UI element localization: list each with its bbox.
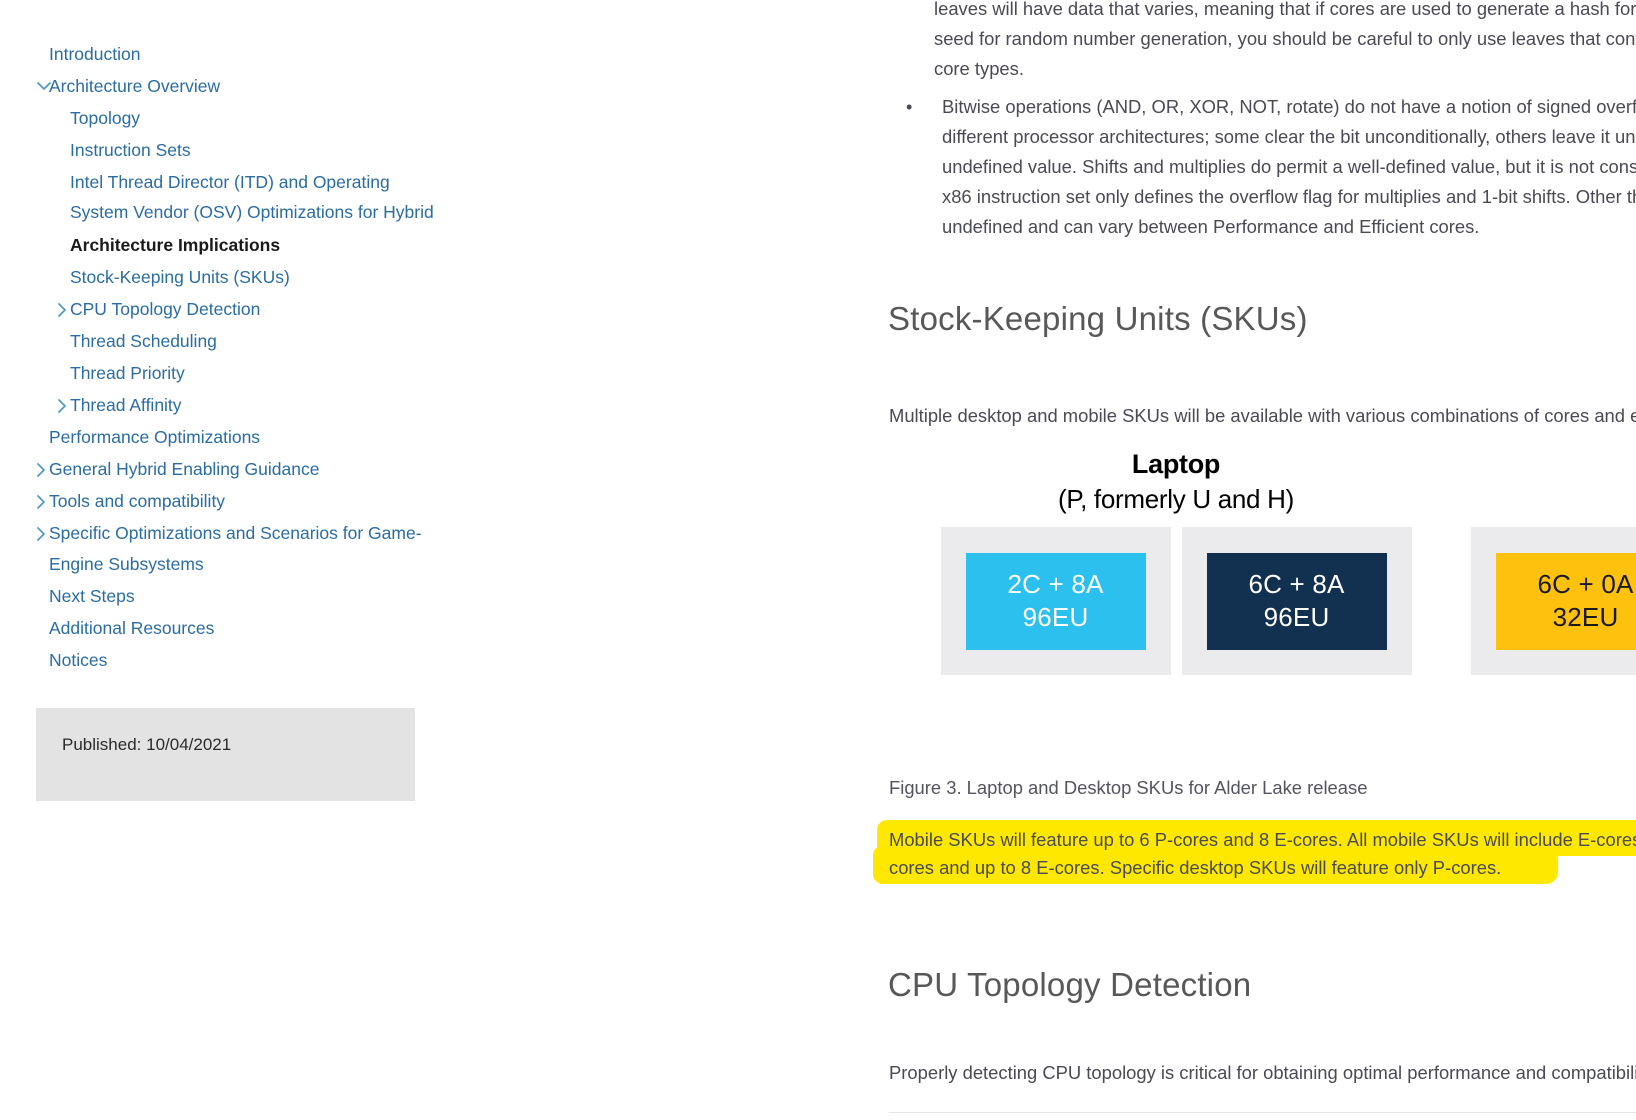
desktop-group-title: Desktop xyxy=(1470,447,1636,483)
sidebar-item-label: Topology xyxy=(70,108,141,129)
laptop-sku-group: Laptop (P, formerly U and H) 2C + 8A 96E… xyxy=(940,447,1412,676)
sku-eu-label: 96EU xyxy=(1263,602,1330,633)
sku-swatch: 2C + 8A 96EU xyxy=(965,552,1146,650)
sidebar-item-architecture-overview[interactable]: Architecture Overview xyxy=(0,70,440,102)
sidebar-item-label: Next Steps xyxy=(49,585,135,606)
chevron-right-icon[interactable] xyxy=(57,302,68,318)
skus-intro-paragraph: Multiple desktop and mobile SKUs will be… xyxy=(889,405,1636,427)
content-divider xyxy=(889,1112,1636,1113)
sidebar-item-label: Performance Optimizations xyxy=(49,427,261,448)
sidebar-item-label: Tools and compatibility xyxy=(49,491,226,512)
sidebar-item-thread-priority[interactable]: Thread Priority xyxy=(0,357,440,389)
sidebar-item-performance-optimizations[interactable]: Performance Optimizations xyxy=(0,421,440,453)
sidebar-item-architecture-implications[interactable]: Architecture Implications xyxy=(0,229,440,261)
highlighted-text: Mobile SKUs will feature up to 6 P-cores… xyxy=(889,829,1636,878)
sidebar-item-topology[interactable]: Topology xyxy=(0,102,440,134)
sidebar-item-label: Notices xyxy=(49,649,108,670)
sidebar-item-label: Intel Thread Director (ITD) and Operatin… xyxy=(70,172,434,223)
chevron-right-icon[interactable] xyxy=(36,462,47,478)
desktop-group-subtitle: (S) xyxy=(1470,483,1636,517)
chevron-down-icon[interactable] xyxy=(36,80,52,91)
sidebar-item-label: Thread Scheduling xyxy=(70,330,217,351)
sku-cores-label: 2C + 8A xyxy=(1007,569,1104,600)
published-date: Published: 10/04/2021 xyxy=(62,734,232,754)
chevron-right-icon[interactable] xyxy=(36,526,47,542)
main-content: leaves will have data that varies, meani… xyxy=(440,0,1636,1120)
sidebar-item-additional-resources[interactable]: Additional Resources xyxy=(0,612,440,644)
sidebar-item-specific-optimizations-and-scenarios-for-game-engine-subsystems[interactable]: Specific Optimizations and Scenarios for… xyxy=(0,517,440,579)
sku-card: 2C + 8A 96EU xyxy=(940,527,1171,676)
chevron-right-icon[interactable] xyxy=(57,398,68,414)
sidebar-item-thread-scheduling[interactable]: Thread Scheduling xyxy=(0,325,440,357)
sku-swatch: 6C + 8A 96EU xyxy=(1206,552,1387,650)
desktop-sku-row: 6C + 0A 32EU 8C + 8A 32EU xyxy=(1470,527,1636,676)
sidebar-item-label: Architecture Overview xyxy=(49,76,221,97)
sidebar-item-label: Thread Affinity xyxy=(70,395,182,416)
sidebar-item-introduction[interactable]: Introduction xyxy=(0,38,440,70)
sidebar-item-label: Thread Priority xyxy=(70,362,185,383)
sku-cores-label: 6C + 0A xyxy=(1537,569,1634,600)
sidebar-item-label: General Hybrid Enabling Guidance xyxy=(49,459,320,480)
sidebar-navigation: Introduction Architecture Overview Topolog… xyxy=(0,0,440,1120)
chevron-right-icon[interactable] xyxy=(36,494,47,510)
sidebar-item-next-steps[interactable]: Next Steps xyxy=(0,580,440,612)
laptop-sku-row: 2C + 8A 96EU 6C + 8A 96EU xyxy=(940,527,1412,676)
highlighted-annotation: Mobile SKUs will feature up to 6 P-cores… xyxy=(873,820,1636,884)
sidebar-item-general-hybrid-enabling-guidance[interactable]: General Hybrid Enabling Guidance xyxy=(0,453,440,485)
sku-swatch: 6C + 0A 32EU xyxy=(1495,552,1636,650)
skus-section-heading: Stock-Keeping Units (SKUs) xyxy=(888,300,1308,337)
sku-card: 6C + 8A 96EU xyxy=(1181,527,1412,676)
desktop-sku-group: Desktop (S) 6C + 0A 32EU 8C + 8A 32EU xyxy=(1470,447,1636,676)
sku-eu-label: 32EU xyxy=(1552,602,1619,633)
sidebar-item-label: Instruction Sets xyxy=(70,140,191,161)
sku-figure: Laptop (P, formerly U and H) 2C + 8A 96E… xyxy=(888,447,1636,697)
sidebar-item-cpu-topology-detection[interactable]: CPU Topology Detection xyxy=(0,293,440,325)
sku-card: 6C + 0A 32EU xyxy=(1470,527,1636,676)
sidebar-item-thread-affinity[interactable]: Thread Affinity xyxy=(0,389,440,421)
figure-caption: Figure 3. Laptop and Desktop SKUs for Al… xyxy=(889,777,1368,798)
sidebar-item-label: Additional Resources xyxy=(49,617,215,638)
sidebar-item-label: Architecture Implications xyxy=(70,234,281,255)
sku-eu-label: 96EU xyxy=(1022,602,1089,633)
toc-list: Introduction Architecture Overview Topolog… xyxy=(0,38,440,676)
sidebar-item-notices[interactable]: Notices xyxy=(0,644,440,676)
bullet-paragraph-text: Bitwise operations (AND, OR, XOR, NOT, r… xyxy=(942,96,1636,237)
sidebar-item-label: Introduction xyxy=(49,44,141,64)
published-info-box: Published: 10/04/2021 xyxy=(36,707,415,801)
sidebar-item-stock-keeping-units-skus[interactable]: Stock-Keeping Units (SKUs) xyxy=(0,261,440,293)
intro-continuation-paragraph: leaves will have data that varies, meani… xyxy=(934,0,1636,80)
laptop-group-subtitle: (P, formerly U and H) xyxy=(1058,483,1294,514)
sidebar-item-instruction-sets[interactable]: Instruction Sets xyxy=(0,134,440,166)
sku-cores-label: 6C + 8A xyxy=(1248,569,1345,600)
cpu-topology-section-heading: CPU Topology Detection xyxy=(888,966,1252,1003)
sidebar-item-label: CPU Topology Detection xyxy=(70,298,261,319)
cpu-topology-paragraph: Properly detecting CPU topology is criti… xyxy=(889,1062,1636,1084)
documentation-page: Introduction Architecture Overview Topolog… xyxy=(0,0,1636,1120)
sidebar-item-tools-and-compatibility[interactable]: Tools and compatibility xyxy=(0,485,440,517)
bullet-list-item: • Bitwise operations (AND, OR, XOR, NOT,… xyxy=(906,92,1636,242)
bullet-marker-icon: • xyxy=(906,97,913,117)
laptop-group-title: Laptop xyxy=(1131,449,1221,479)
sidebar-item-intel-thread-director-itd-and-operating-system-vendor-osv-optimizations-for-hybrid[interactable]: Intel Thread Director (ITD) and Operatin… xyxy=(0,166,440,228)
sidebar-item-label: Stock-Keeping Units (SKUs) xyxy=(70,266,290,287)
sidebar-item-label: Specific Optimizations and Scenarios for… xyxy=(49,523,422,574)
